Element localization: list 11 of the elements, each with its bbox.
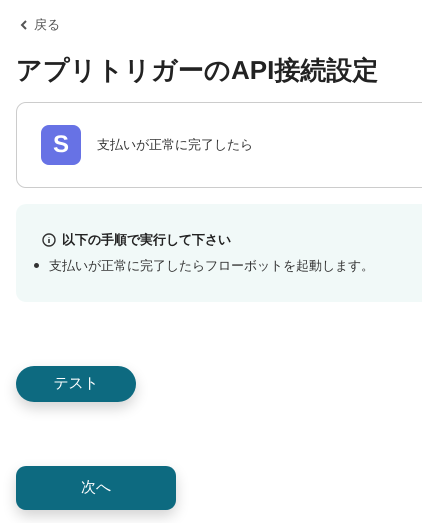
info-icon [42, 232, 56, 247]
page-title: アプリトリガーのAPI接続設定 [16, 54, 378, 87]
app-logo-icon: S [41, 125, 81, 165]
notice-heading: 以下の手順で実行して下さい [62, 231, 231, 249]
bullet-icon [34, 262, 39, 268]
notice-item: 支払いが正常に完了したらフローボットを起動します。 [49, 256, 374, 274]
test-button[interactable]: テスト [16, 366, 136, 402]
next-button[interactable]: 次へ [16, 466, 176, 510]
chevron-left-icon [20, 20, 28, 30]
back-link[interactable]: 戻る [20, 15, 60, 34]
trigger-label: 支払いが正常に完了したら [97, 136, 253, 154]
